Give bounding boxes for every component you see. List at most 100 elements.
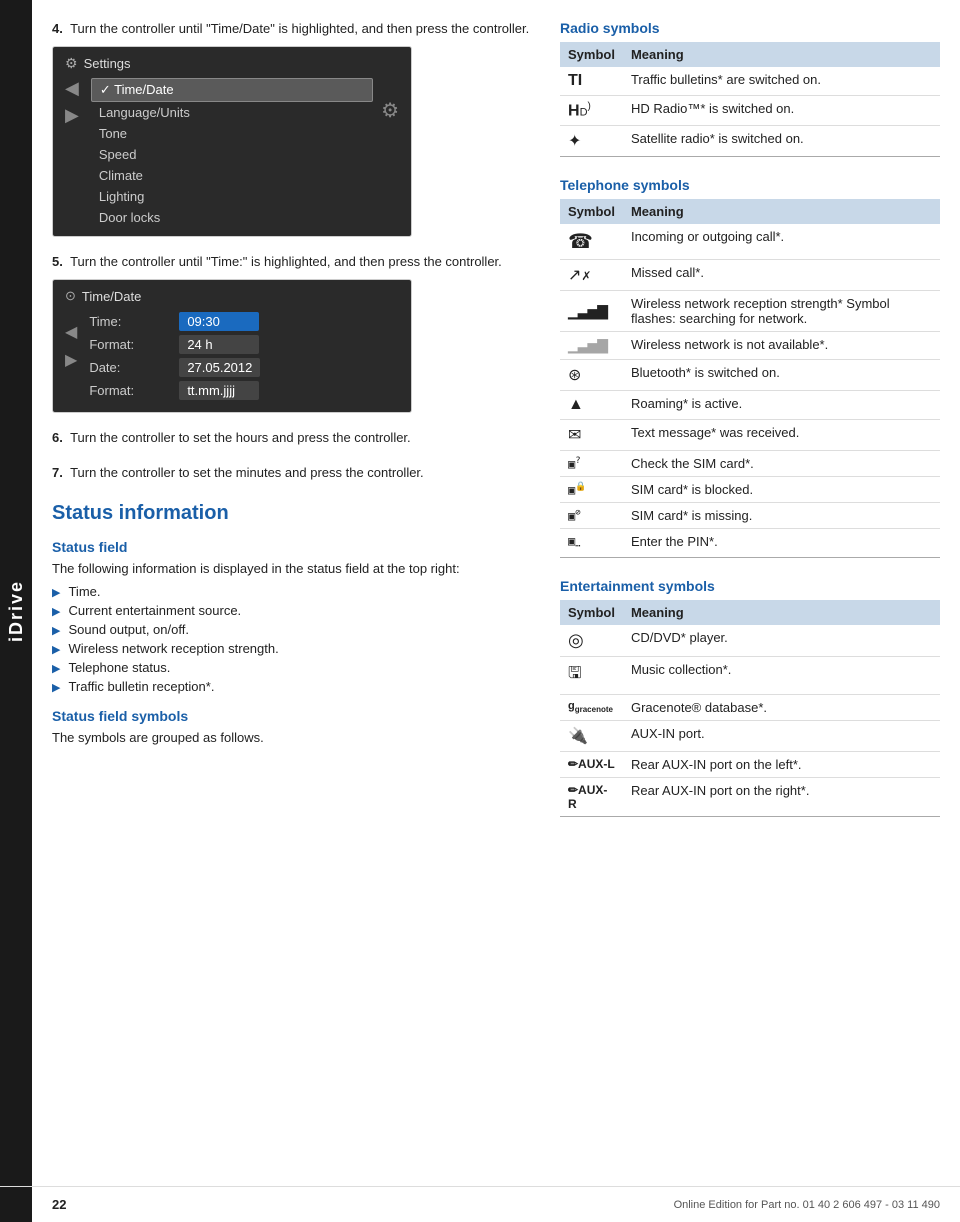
form-label-date: Date: (89, 360, 179, 375)
step-5: 5. Turn the controller until "Time:" is … (52, 253, 540, 413)
form-value-format2: tt.mm.jjjj (179, 381, 259, 400)
ent-sym-gracenote: ggracenote (560, 694, 623, 720)
step-6-number: 6. (52, 430, 63, 445)
tel-meaning-nosignal: Wireless network is not available*. (623, 332, 940, 360)
arrow-icon-4: ▶ (52, 643, 60, 656)
list-item-telephone-text: Telephone status. (68, 660, 170, 675)
section-status-info: Status information (52, 502, 540, 525)
ent-sym-auxr: ✏AUX-R (560, 777, 623, 816)
step-4-number: 4. (52, 21, 63, 36)
table-row: ▁▃▅▇ Wireless network reception strength… (560, 291, 940, 332)
list-item-sound: ▶ Sound output, on/off. (52, 622, 540, 637)
list-item-wireless-text: Wireless network reception strength. (68, 641, 278, 656)
list-item-wireless: ▶ Wireless network reception strength. (52, 641, 540, 656)
form-label-format1: Format: (89, 337, 179, 352)
radio-symbols-title: Radio symbols (560, 20, 940, 36)
table-row: ▣⋯ Enter the PIN*. (560, 529, 940, 557)
form-row-format2: Format: tt.mm.jjjj (89, 381, 399, 400)
tel-meaning-missed: Missed call*. (623, 260, 940, 291)
right-column: Radio symbols Symbol Meaning TI Traffic … (560, 20, 940, 837)
tel-meaning-pin: Enter the PIN*. (623, 529, 940, 557)
tel-sym-blockedsim: ▣🔒 (560, 477, 623, 503)
menu-item-doorlocks[interactable]: Door locks (91, 207, 373, 228)
form-nav-left: ◀ (65, 322, 77, 342)
table-row: ✦ Satellite radio* is switched on. (560, 126, 940, 157)
sidebar-label: iDrive (6, 580, 27, 642)
tel-sym-checksim: ▣? (560, 451, 623, 477)
radio-col-meaning: Meaning (623, 42, 940, 67)
radio-symbols-table: Symbol Meaning TI Traffic bulletins* are… (560, 42, 940, 157)
telephone-symbols-section: Telephone symbols Symbol Meaning ☎ Incom… (560, 177, 940, 557)
step-5-text: 5. Turn the controller until "Time:" is … (52, 253, 540, 271)
step-7-text: 7. Turn the controller to set the minute… (52, 464, 540, 482)
table-row: 🖫 Music collection*. (560, 656, 940, 694)
table-row: ⊛ Bluetooth* is switched on. (560, 360, 940, 391)
tel-meaning-call: Incoming or outgoing call*. (623, 224, 940, 260)
tel-meaning-signal: Wireless network reception strength* Sym… (623, 291, 940, 332)
list-item-sound-text: Sound output, on/off. (68, 622, 188, 637)
entertainment-symbols-section: Entertainment symbols Symbol Meaning ◎ C… (560, 578, 940, 817)
ent-meaning-auxr: Rear AUX-IN port on the right*. (623, 777, 940, 816)
menu-item-lighting[interactable]: Lighting (91, 186, 373, 207)
status-field-symbols-desc: The symbols are grouped as follows. (52, 730, 540, 745)
menu-item-language[interactable]: Language/Units (91, 102, 373, 123)
tel-meaning-blockedsim: SIM card* is blocked. (623, 477, 940, 503)
tel-meaning-roaming: Roaming* is active. (623, 391, 940, 420)
menu-item-climate[interactable]: Climate (91, 165, 373, 186)
telephone-symbols-title: Telephone symbols (560, 177, 940, 193)
footer: 22 Online Edition for Part no. 01 40 2 6… (0, 1186, 960, 1222)
tel-sym-missed: ↗✗ (560, 260, 623, 291)
table-row: ggracenote Gracenote® database*. (560, 694, 940, 720)
list-item-telephone: ▶ Telephone status. (52, 660, 540, 675)
list-item-traffic: ▶Traffic bulletin reception*. (52, 679, 540, 694)
ent-col-symbol: Symbol (560, 600, 623, 625)
menu-item-speed[interactable]: Speed (91, 144, 373, 165)
radio-sym-ti: TI (560, 67, 623, 96)
step-6: 6. Turn the controller to set the hours … (52, 429, 540, 447)
tel-sym-roaming: ▲ (560, 391, 623, 420)
table-row: ☎ Incoming or outgoing call*. (560, 224, 940, 260)
form-value-time: 09:30 (179, 312, 259, 331)
menu-item-timedate[interactable]: ✓ Time/Date (91, 78, 373, 102)
table-row: 🔌 AUX-IN port. (560, 720, 940, 751)
list-item-traffic-text: Traffic bulletin reception*. (68, 679, 214, 694)
step-4: 4. Turn the controller until "Time/Date"… (52, 20, 540, 237)
step-4-text: 4. Turn the controller until "Time/Date"… (52, 20, 540, 38)
radio-sym-hd: HD) (560, 96, 623, 126)
list-item-time-text: Time. (68, 584, 100, 599)
ent-sym-cd: ◎ (560, 625, 623, 657)
radio-meaning-ti: Traffic bulletins* are switched on. (623, 67, 940, 96)
arrow-icon-3: ▶ (52, 624, 60, 637)
step-7: 7. Turn the controller to set the minute… (52, 464, 540, 482)
ent-sym-aux: 🔌 (560, 720, 623, 751)
settings-icon: ⚙ (65, 55, 78, 72)
footer-text: Online Edition for Part no. 01 40 2 606 … (674, 1199, 940, 1211)
form-row-time: Time: 09:30 (89, 312, 399, 331)
ent-meaning-music: Music collection*. (623, 656, 940, 694)
table-row: ◎ CD/DVD* player. (560, 625, 940, 657)
form-label-time: Time: (89, 314, 179, 329)
tel-sym-signal: ▁▃▅▇ (560, 291, 623, 332)
tel-meaning-sms: Text message* was received. (623, 420, 940, 451)
tel-col-meaning: Meaning (623, 199, 940, 224)
ent-col-meaning: Meaning (623, 600, 940, 625)
status-field-list: ▶ Time. ▶ Current entertainment source. ▶ S… (52, 584, 540, 694)
radio-symbols-section: Radio symbols Symbol Meaning TI Traffic … (560, 20, 940, 157)
radio-meaning-hd: HD Radio™* is switched on. (623, 96, 940, 126)
left-column: 4. Turn the controller until "Time/Date"… (52, 20, 540, 837)
ent-meaning-auxl: Rear AUX-IN port on the left*. (623, 751, 940, 777)
telephone-symbols-table: Symbol Meaning ☎ Incoming or outgoing ca… (560, 199, 940, 557)
list-item-entertainment-text: Current entertainment source. (68, 603, 241, 618)
ent-meaning-gracenote: Gracenote® database*. (623, 694, 940, 720)
arrow-icon-1: ▶ (52, 586, 60, 599)
table-row: ✏AUX-L Rear AUX-IN port on the left*. (560, 751, 940, 777)
arrow-icon-5: ▶ (52, 662, 60, 675)
menu-item-tone[interactable]: Tone (91, 123, 373, 144)
tel-col-symbol: Symbol (560, 199, 623, 224)
table-row: ▣? Check the SIM card*. (560, 451, 940, 477)
table-row: ✉ Text message* was received. (560, 420, 940, 451)
sidebar-tab: iDrive (0, 0, 32, 1222)
tel-meaning-missingsim: SIM card* is missing. (623, 503, 940, 529)
status-field-heading: Status field (52, 539, 540, 555)
tel-meaning-bt: Bluetooth* is switched on. (623, 360, 940, 391)
